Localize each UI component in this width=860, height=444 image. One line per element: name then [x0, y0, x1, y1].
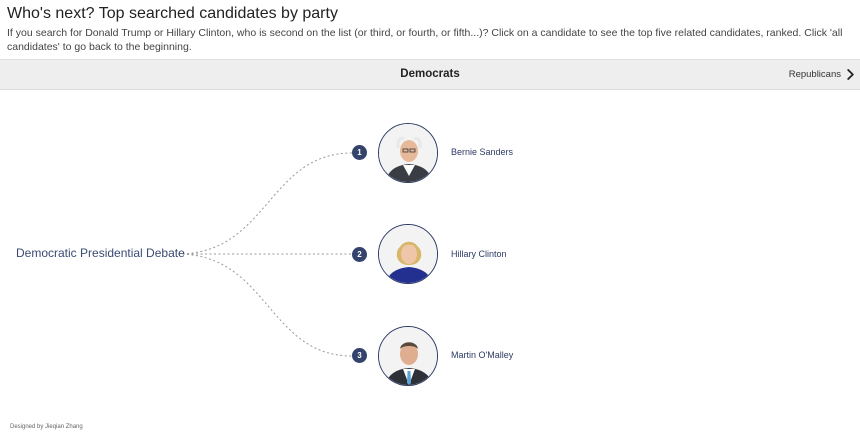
root-node-label[interactable]: Democratic Presidential Debate: [16, 246, 185, 260]
bernie-sanders-portrait-icon[interactable]: [378, 123, 438, 183]
link-line-3: [177, 253, 353, 357]
martin-omalley-portrait-icon[interactable]: [378, 326, 438, 386]
tab-republicans-label: Republicans: [788, 69, 841, 80]
rank-badge-3[interactable]: 3: [352, 348, 367, 363]
party-tab-bar: Democrats Republicans: [0, 59, 860, 90]
rank-badge-2[interactable]: 2: [352, 247, 367, 262]
rank-badge-1[interactable]: 1: [352, 145, 367, 160]
page-description: If you search for Donald Trump or Hillar…: [7, 27, 843, 53]
link-line-1: [177, 152, 353, 255]
tab-democrats: Democrats: [400, 68, 460, 80]
candidate-name-3[interactable]: Martin O'Malley: [451, 350, 513, 360]
footer-credit: Designed by Jieqian Zhang: [10, 424, 83, 430]
hillary-clinton-portrait-icon[interactable]: [378, 224, 438, 284]
candidate-name-1[interactable]: Bernie Sanders: [451, 147, 513, 157]
page-title: Who's next? Top searched candidates by p…: [7, 5, 338, 22]
candidate-name-2[interactable]: Hillary Clinton: [451, 249, 507, 259]
chevron-right-icon: [847, 69, 854, 80]
tab-republicans[interactable]: Republicans: [789, 60, 854, 89]
